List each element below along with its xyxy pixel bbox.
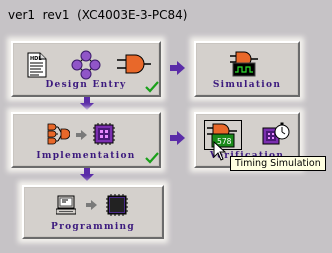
computer-icon[interactable]	[56, 195, 76, 215]
svg-text:HDL: HDL	[30, 56, 42, 62]
simulation-label: Simulation	[212, 80, 282, 90]
stopwatch-icon[interactable]	[262, 122, 290, 148]
design-entry-label: Design Entry	[45, 80, 127, 90]
implementation-label: Implementation	[36, 151, 136, 161]
project-title: ver1 rev1 (XC4003E-3-PC84)	[8, 8, 188, 22]
arrow-down-icon	[80, 168, 94, 181]
arrow-right-gray-icon	[76, 130, 87, 140]
logic-analyzer-icon[interactable]	[230, 51, 266, 77]
implementation-panel[interactable]: Implementation	[11, 112, 161, 168]
netlist-tree-icon[interactable]	[46, 123, 70, 145]
state-diagram-icon[interactable]	[71, 50, 101, 80]
arrow-right-gray-icon	[86, 200, 97, 210]
programming-label: Programming	[51, 222, 135, 232]
prom-chip-icon[interactable]	[106, 194, 128, 216]
arrow-down-icon	[80, 97, 94, 110]
fpga-chip-icon[interactable]	[93, 123, 115, 145]
simulation-panel[interactable]: Simulation	[194, 41, 300, 97]
arrow-right-icon	[170, 61, 185, 75]
mouse-cursor-icon	[213, 141, 227, 161]
hdl-document-icon[interactable]: HDL	[27, 52, 47, 78]
programming-panel[interactable]: Programming	[22, 185, 164, 239]
and-gate-icon[interactable]	[117, 54, 151, 74]
design-entry-panel[interactable]: HDL Design Entry	[11, 41, 161, 97]
arrow-right-icon	[170, 131, 185, 145]
tooltip: Timing Simulation	[230, 156, 326, 171]
